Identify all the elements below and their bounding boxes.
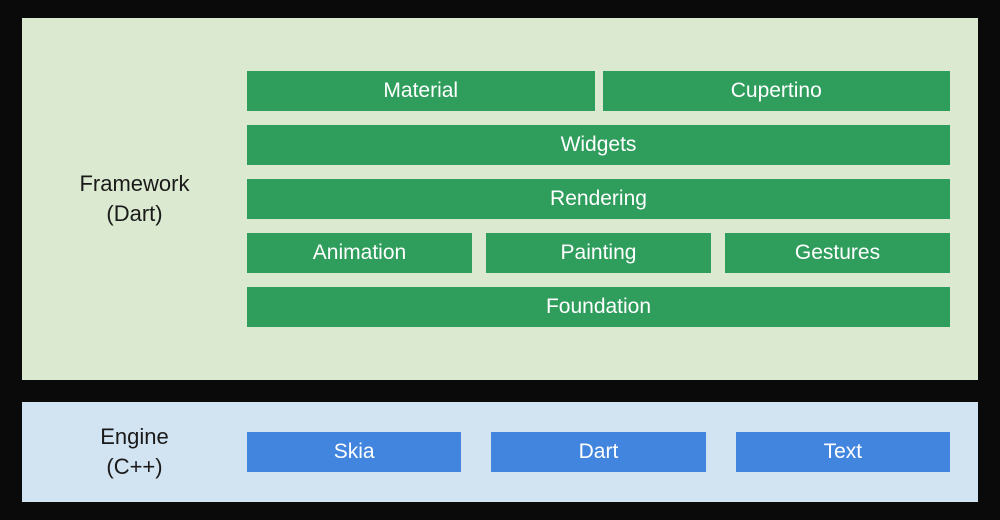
framework-label: Framework (Dart) bbox=[22, 169, 247, 228]
engine-label-line2: (C++) bbox=[106, 454, 162, 479]
framework-section: Framework (Dart) Material Cupertino Widg… bbox=[22, 18, 978, 380]
framework-label-line1: Framework bbox=[79, 171, 189, 196]
framework-row-foundation: Foundation bbox=[247, 287, 950, 327]
block-dart: Dart bbox=[491, 432, 705, 472]
engine-label-line1: Engine bbox=[100, 424, 169, 449]
engine-section: Engine (C++) Skia Dart Text bbox=[22, 402, 978, 502]
engine-row: Skia Dart Text bbox=[247, 432, 950, 472]
block-cupertino: Cupertino bbox=[603, 71, 951, 111]
engine-content: Skia Dart Text bbox=[247, 432, 950, 472]
framework-label-line2: (Dart) bbox=[106, 201, 162, 226]
framework-row-rendering: Rendering bbox=[247, 179, 950, 219]
engine-label: Engine (C++) bbox=[22, 422, 247, 481]
block-text: Text bbox=[736, 432, 950, 472]
block-animation: Animation bbox=[247, 233, 472, 273]
framework-row-top: Material Cupertino bbox=[247, 71, 950, 111]
block-skia: Skia bbox=[247, 432, 461, 472]
block-widgets: Widgets bbox=[247, 125, 950, 165]
framework-content: Material Cupertino Widgets Rendering Ani… bbox=[247, 71, 950, 327]
block-rendering: Rendering bbox=[247, 179, 950, 219]
framework-row-mid: Animation Painting Gestures bbox=[247, 233, 950, 273]
block-foundation: Foundation bbox=[247, 287, 950, 327]
framework-row-widgets: Widgets bbox=[247, 125, 950, 165]
block-painting: Painting bbox=[486, 233, 711, 273]
block-gestures: Gestures bbox=[725, 233, 950, 273]
block-material: Material bbox=[247, 71, 595, 111]
